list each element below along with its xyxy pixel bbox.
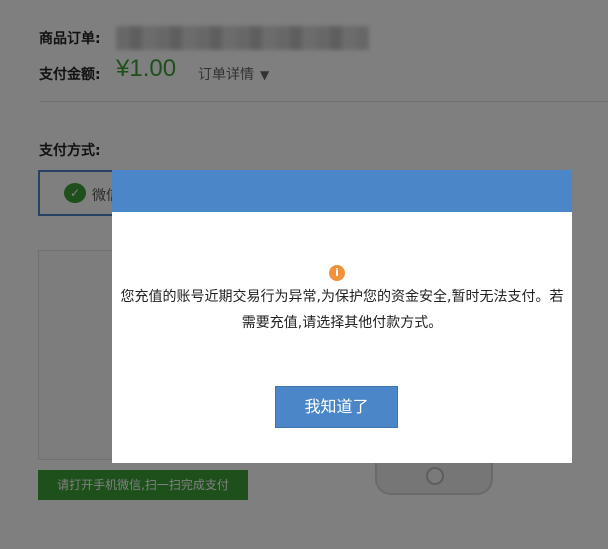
warning-icon: i (329, 265, 345, 281)
dialog-message: 您充值的账号近期交易行为异常,为保护您的资金安全,暂时无法支付。若需要充值,请选… (120, 289, 564, 331)
ok-button[interactable]: 我知道了 (275, 386, 398, 428)
dialog-header (112, 170, 572, 212)
alert-dialog: i 您充值的账号近期交易行为异常,为保护您的资金安全,暂时无法支付。若需要充值,… (112, 170, 572, 463)
